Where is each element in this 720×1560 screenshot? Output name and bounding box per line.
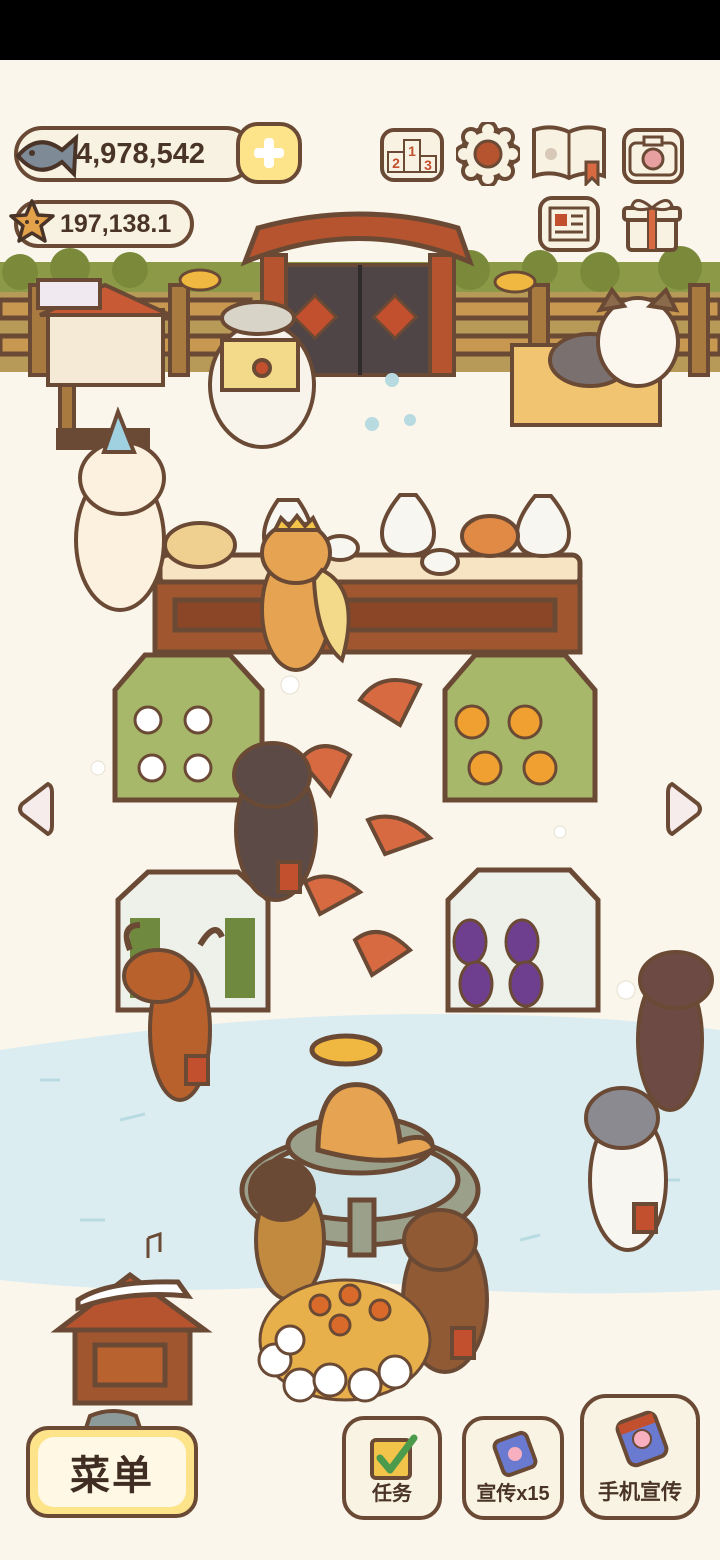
tasks-button[interactable]: 任务 bbox=[342, 1416, 442, 1520]
phone-promote-button-label: 手机宣传 bbox=[598, 1481, 682, 1504]
menu-button[interactable]: 菜单 bbox=[26, 1426, 198, 1518]
game-screen: 4,978,542 197,138.1 2 1 3 菜单 任务 宣传x15 手机… bbox=[0, 0, 720, 1560]
star-icon bbox=[9, 199, 55, 243]
ranking-digit-2: 2 bbox=[392, 155, 400, 171]
camera-button[interactable] bbox=[622, 128, 684, 184]
promote-button-label: 宣传x15 bbox=[476, 1483, 550, 1505]
phone-promo-large-icon bbox=[615, 1410, 669, 1468]
ranking-digit-3: 3 bbox=[424, 157, 432, 173]
next-area-button[interactable] bbox=[666, 780, 704, 838]
phone-promo-icon bbox=[492, 1430, 538, 1478]
camera-icon bbox=[628, 135, 678, 177]
cat-book-button[interactable] bbox=[530, 122, 608, 188]
gift-button[interactable] bbox=[620, 194, 684, 254]
gift-box-icon bbox=[622, 199, 682, 252]
fish-icon bbox=[15, 133, 79, 179]
gear-icon bbox=[454, 120, 522, 188]
left-arrow-icon bbox=[18, 782, 54, 836]
star-amount: 197,138.1 bbox=[60, 209, 172, 238]
right-arrow-icon bbox=[666, 782, 702, 836]
fish-amount: 4,978,542 bbox=[76, 137, 206, 170]
settings-button[interactable] bbox=[454, 120, 522, 188]
add-fish-button[interactable] bbox=[236, 122, 302, 184]
newspaper-icon bbox=[548, 206, 590, 242]
ranking-button[interactable]: 2 1 3 bbox=[380, 128, 444, 182]
menu-button-label: 菜单 bbox=[70, 1454, 154, 1498]
ranking-digit-1: 1 bbox=[408, 143, 416, 159]
plus-icon bbox=[254, 138, 284, 168]
cat-book-icon bbox=[532, 125, 606, 188]
previous-area-button[interactable] bbox=[16, 780, 54, 838]
phone-promote-button[interactable]: 手机宣传 bbox=[580, 1394, 700, 1520]
promote-button[interactable]: 宣传x15 bbox=[462, 1416, 564, 1520]
ranking-podium-icon: 2 1 3 bbox=[387, 139, 437, 173]
menu-button-inner: 菜单 bbox=[38, 1437, 186, 1507]
checkbox-icon bbox=[370, 1434, 418, 1480]
news-button[interactable] bbox=[538, 196, 600, 252]
